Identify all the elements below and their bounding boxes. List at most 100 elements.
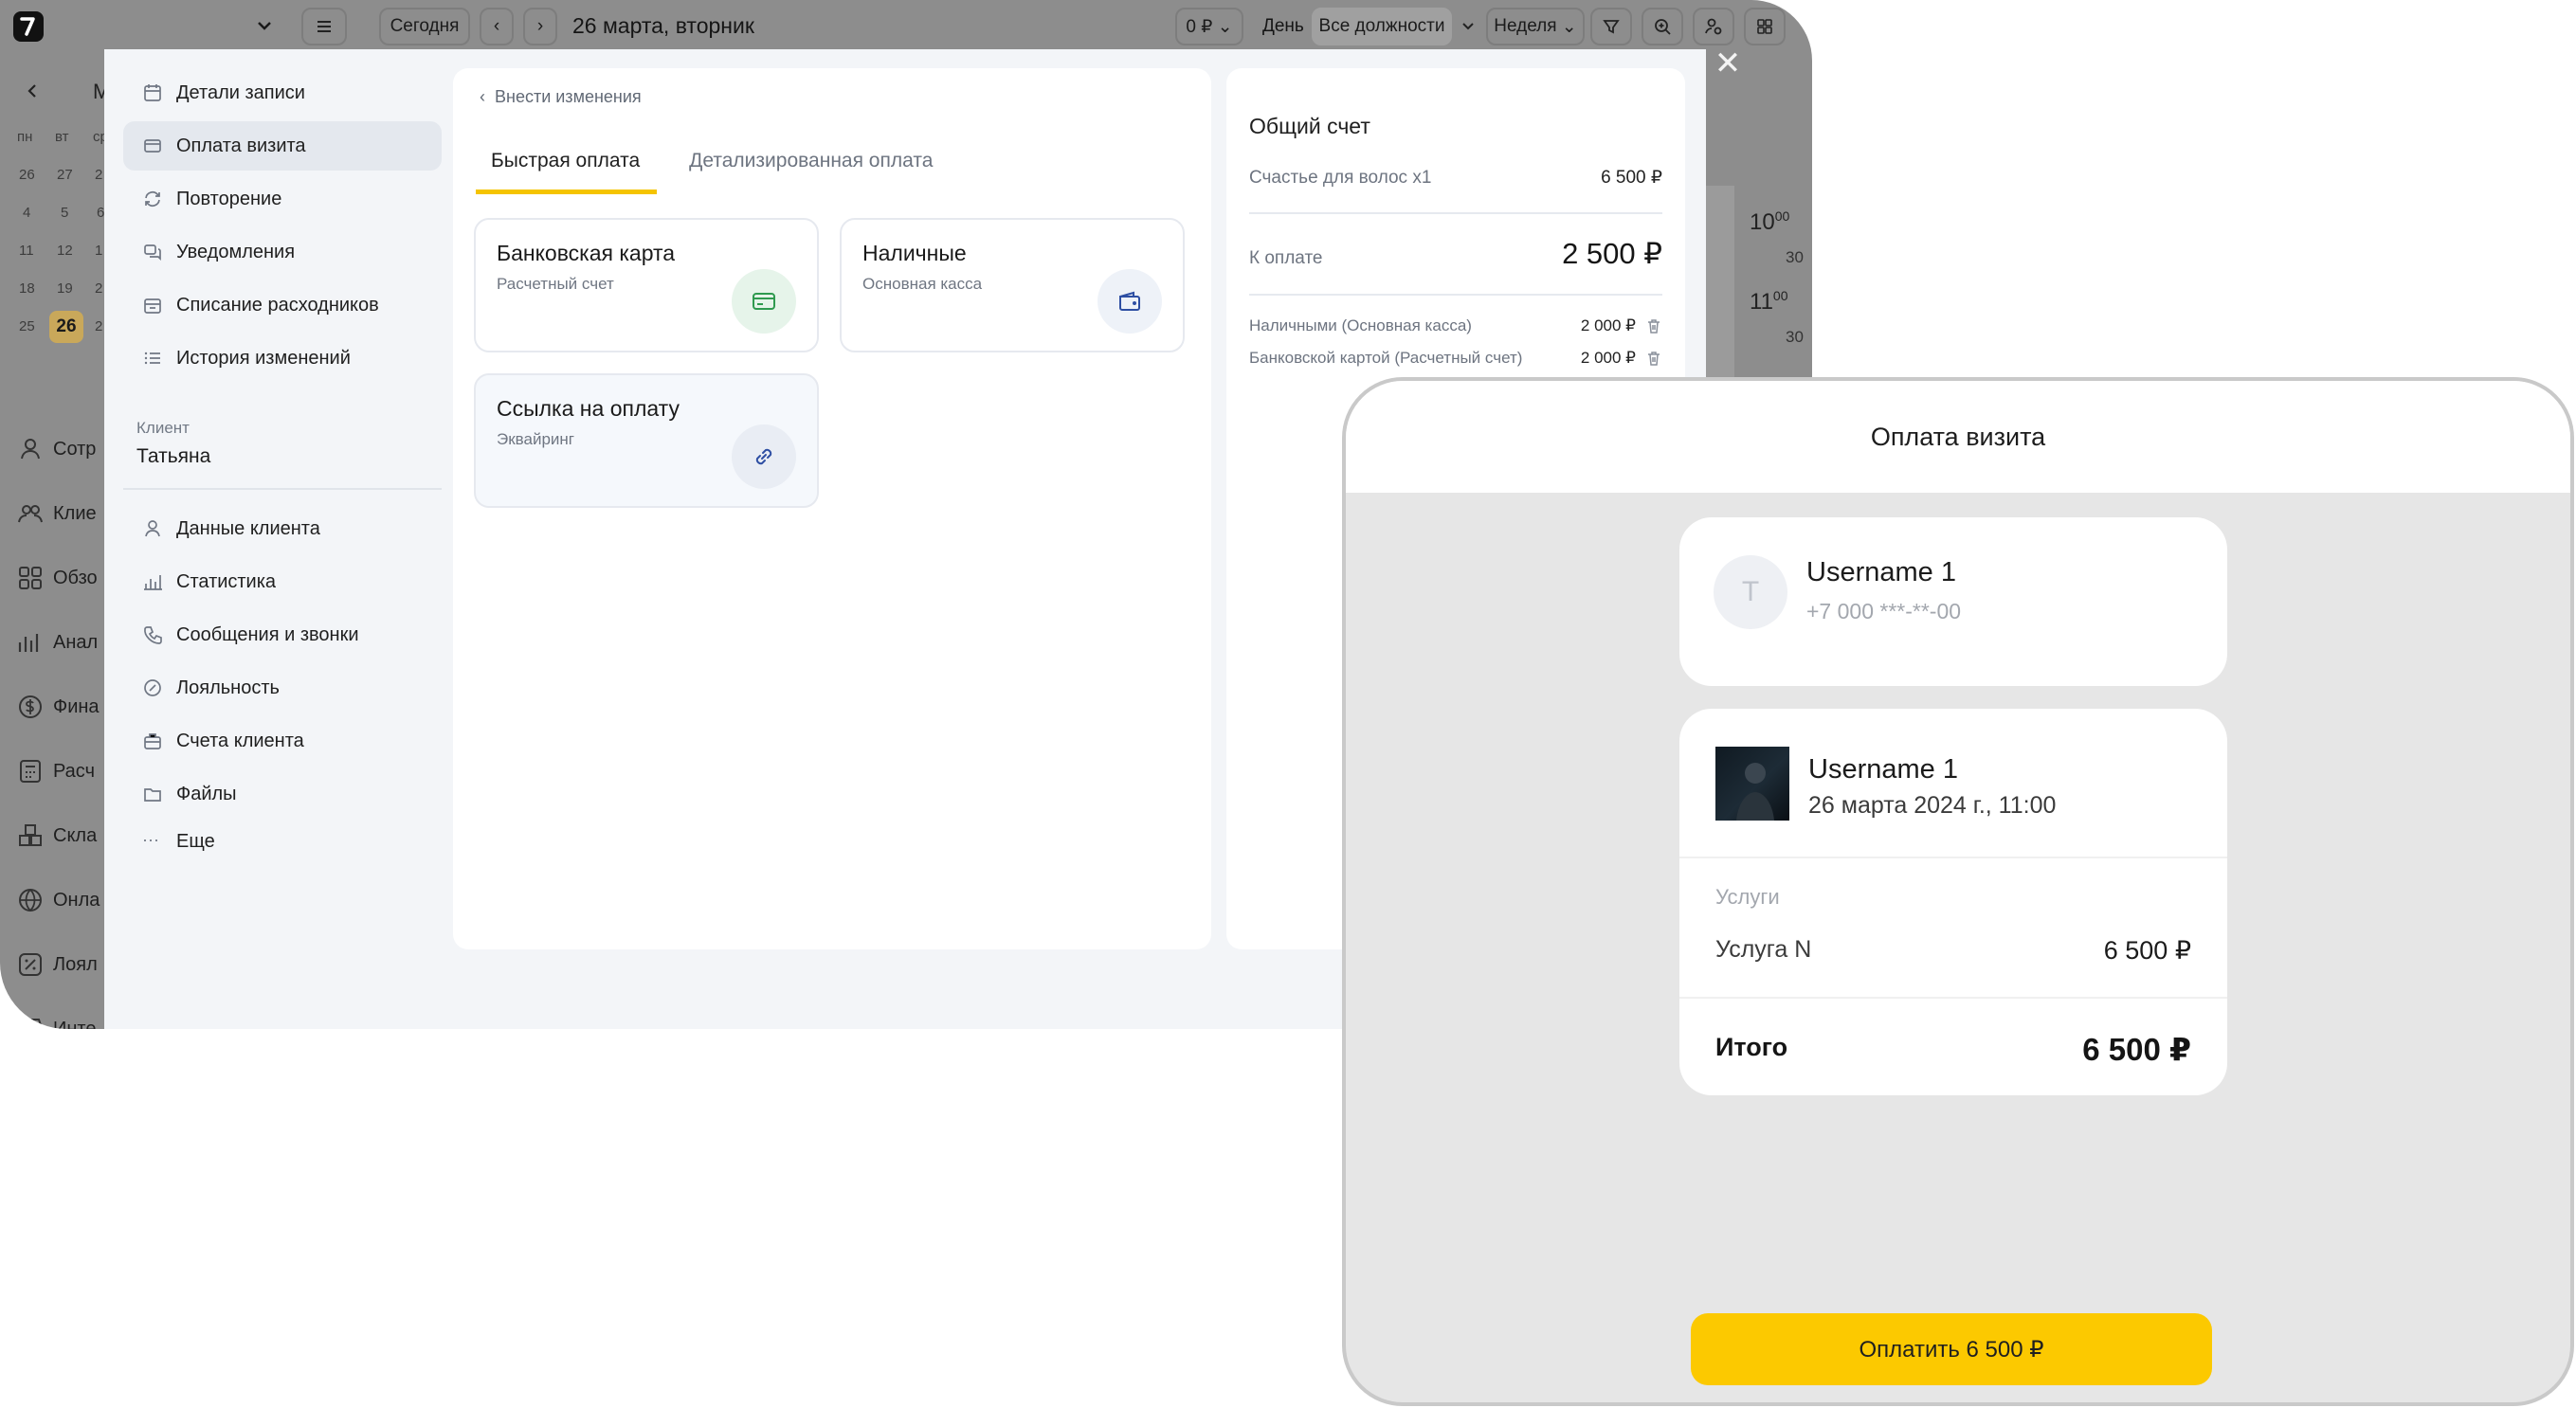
today-button[interactable]: Сегодня bbox=[379, 8, 470, 45]
more-icon: ··· bbox=[142, 830, 159, 849]
client-phone: +7 000 ***-**-00 bbox=[1806, 599, 1962, 623]
week-label: Неделя bbox=[1494, 16, 1557, 36]
client-menu: Данные клиента Статистика Сообщения и зв… bbox=[123, 504, 442, 864]
menu-item-label: Статистика bbox=[176, 570, 277, 592]
filter-button[interactable] bbox=[1590, 8, 1632, 45]
payment-method-card[interactable]: Банковская карта Расчетный счет bbox=[474, 218, 819, 352]
box-icon bbox=[144, 298, 161, 314]
calendar-day[interactable]: 2 bbox=[95, 167, 102, 183]
positions-filter[interactable]: Все должности bbox=[1312, 8, 1452, 45]
mobile-title: Оплата визита bbox=[1870, 422, 2046, 451]
calendar-day[interactable]: 18 bbox=[19, 280, 35, 297]
trash-icon bbox=[1648, 352, 1660, 366]
payment-method-cash[interactable]: Наличные Основная касса bbox=[840, 218, 1185, 352]
app-nav-warehouse[interactable]: Скла bbox=[17, 817, 112, 855]
client-name: Username 1 bbox=[1806, 557, 1956, 587]
app-nav-integrations[interactable]: Инте bbox=[17, 1010, 112, 1029]
tab-detailed-payment[interactable]: Детализированная оплата bbox=[689, 150, 933, 194]
app-nav-clients[interactable]: Клие bbox=[17, 495, 112, 533]
prev-day-button[interactable]: ‹ bbox=[480, 8, 514, 45]
bill-to-pay-row: К оплате 2 500 ₽ bbox=[1249, 237, 1662, 271]
calendar-icon bbox=[144, 84, 161, 101]
visit-datetime: 26 марта 2024 г., 11:00 bbox=[1808, 792, 2057, 819]
week-select[interactable]: Неделя ⌄ bbox=[1486, 8, 1585, 45]
menu-item-more[interactable]: ··· Еще bbox=[123, 822, 442, 860]
chevron-down-icon[interactable] bbox=[1460, 17, 1477, 34]
user-settings-icon bbox=[1705, 18, 1722, 35]
app-nav-analytics[interactable]: Анал bbox=[17, 623, 112, 661]
menu-item-notifications[interactable]: Уведомления bbox=[123, 227, 442, 277]
list-icon bbox=[144, 352, 160, 365]
trash-icon bbox=[1648, 319, 1660, 334]
to-pay-value: 2 500 ₽ bbox=[1562, 237, 1662, 270]
menu-item-details[interactable]: Детали записи bbox=[123, 68, 442, 117]
app-nav-label: Инте bbox=[53, 1018, 97, 1030]
payment-tabs: Быстрая оплата Детализированная оплата bbox=[476, 150, 933, 194]
link-icon bbox=[732, 424, 796, 489]
menu-item-label: Счета клиента bbox=[176, 730, 304, 751]
menu-item-consumables[interactable]: Списание расходников bbox=[123, 280, 442, 330]
menu-item-label: История изменений bbox=[176, 347, 351, 369]
app-nav-label: Скла bbox=[53, 824, 98, 846]
calendar-day[interactable]: 2 bbox=[95, 318, 102, 334]
payment-row: Банковской картой (Расчетный счет) 2 000… bbox=[1249, 349, 1662, 368]
menu-item-statistics[interactable]: Статистика bbox=[123, 557, 442, 606]
menu-item-history[interactable]: История изменений bbox=[123, 334, 442, 383]
balance-select[interactable]: 0 ₽ ⌄ bbox=[1175, 8, 1243, 45]
app-nav-staff[interactable]: Сотр bbox=[17, 430, 112, 468]
menu-button[interactable] bbox=[301, 8, 347, 45]
edit-link[interactable]: ‹ Внести изменения bbox=[480, 87, 642, 107]
menu-item-repeat[interactable]: Повторение bbox=[123, 174, 442, 224]
menu-item-messages[interactable]: Сообщения и звонки bbox=[123, 610, 442, 659]
calendar-day[interactable]: 2 bbox=[95, 280, 102, 297]
close-icon[interactable]: ✕ bbox=[1712, 47, 1744, 81]
payment-method-link[interactable]: Ссылка на оплату Эквайринг bbox=[474, 373, 819, 508]
pay-button[interactable]: Оплатить 6 500 ₽ bbox=[1691, 1313, 2212, 1385]
app-nav-label: Клие bbox=[53, 502, 97, 524]
calendar-day[interactable]: 27 bbox=[57, 167, 73, 183]
time-label: 1100 bbox=[1750, 288, 1788, 315]
payment-method-subtitle: Расчетный счет bbox=[497, 275, 614, 293]
app-nav-finance[interactable]: Фина bbox=[17, 688, 112, 726]
menu-item-accounts[interactable]: Счета клиента bbox=[123, 716, 442, 766]
app-nav-online[interactable]: Онла bbox=[17, 881, 112, 919]
phone-icon bbox=[144, 626, 162, 644]
zoom-button[interactable] bbox=[1642, 8, 1683, 45]
menu-item-label: Списание расходников bbox=[176, 294, 379, 316]
visit-menu: Детали записи Оплата визита Повторение У… bbox=[123, 68, 442, 387]
payment-method-title: Банковская карта bbox=[497, 241, 676, 265]
menu-item-client-data[interactable]: Данные клиента bbox=[123, 504, 442, 553]
payment-icon bbox=[144, 139, 161, 153]
app-nav-payroll[interactable]: Расч bbox=[17, 752, 112, 790]
app-nav-label: Лоял bbox=[53, 953, 98, 975]
balance-value: 0 ₽ bbox=[1186, 16, 1213, 37]
avatar: T bbox=[1714, 555, 1787, 629]
apps-button[interactable] bbox=[1744, 8, 1786, 45]
menu-item-loyalty[interactable]: Лояльность bbox=[123, 663, 442, 713]
view-day-tab[interactable]: День bbox=[1262, 16, 1304, 37]
calendar-day[interactable]: 26 bbox=[19, 167, 35, 183]
chat-icon bbox=[144, 244, 161, 262]
tab-quick-payment[interactable]: Быстрая оплата bbox=[476, 150, 658, 194]
app-logo[interactable] bbox=[13, 11, 44, 42]
app-nav-overview[interactable]: Обзо bbox=[17, 559, 112, 597]
staff-settings-button[interactable] bbox=[1693, 8, 1734, 45]
calendar-day[interactable]: 4 bbox=[23, 205, 30, 221]
app-nav-loyalty[interactable]: Лоял bbox=[17, 946, 112, 984]
calendar-day[interactable]: 5 bbox=[61, 205, 68, 221]
chevron-down-icon[interactable] bbox=[254, 15, 275, 36]
timeline-scale: 1000 30 1100 30 bbox=[1706, 186, 1812, 385]
prev-month-button[interactable] bbox=[23, 81, 42, 100]
menu-item-files[interactable]: Файлы bbox=[123, 769, 442, 819]
calendar-day-selected[interactable]: 26 bbox=[49, 311, 83, 343]
calendar-day[interactable]: 11 bbox=[19, 243, 34, 259]
calendar-day[interactable]: 25 bbox=[19, 318, 35, 334]
next-day-button[interactable]: › bbox=[523, 8, 557, 45]
calendar-day[interactable]: 12 bbox=[57, 243, 73, 259]
menu-item-label: Уведомления bbox=[176, 241, 296, 262]
menu-item-payment[interactable]: Оплата визита bbox=[123, 121, 442, 171]
calendar-day[interactable]: 1 bbox=[95, 243, 102, 259]
payment-amount: 2 000 ₽ bbox=[1580, 349, 1636, 367]
client-name[interactable]: Татьяна bbox=[136, 445, 210, 468]
calendar-day[interactable]: 19 bbox=[57, 280, 73, 297]
